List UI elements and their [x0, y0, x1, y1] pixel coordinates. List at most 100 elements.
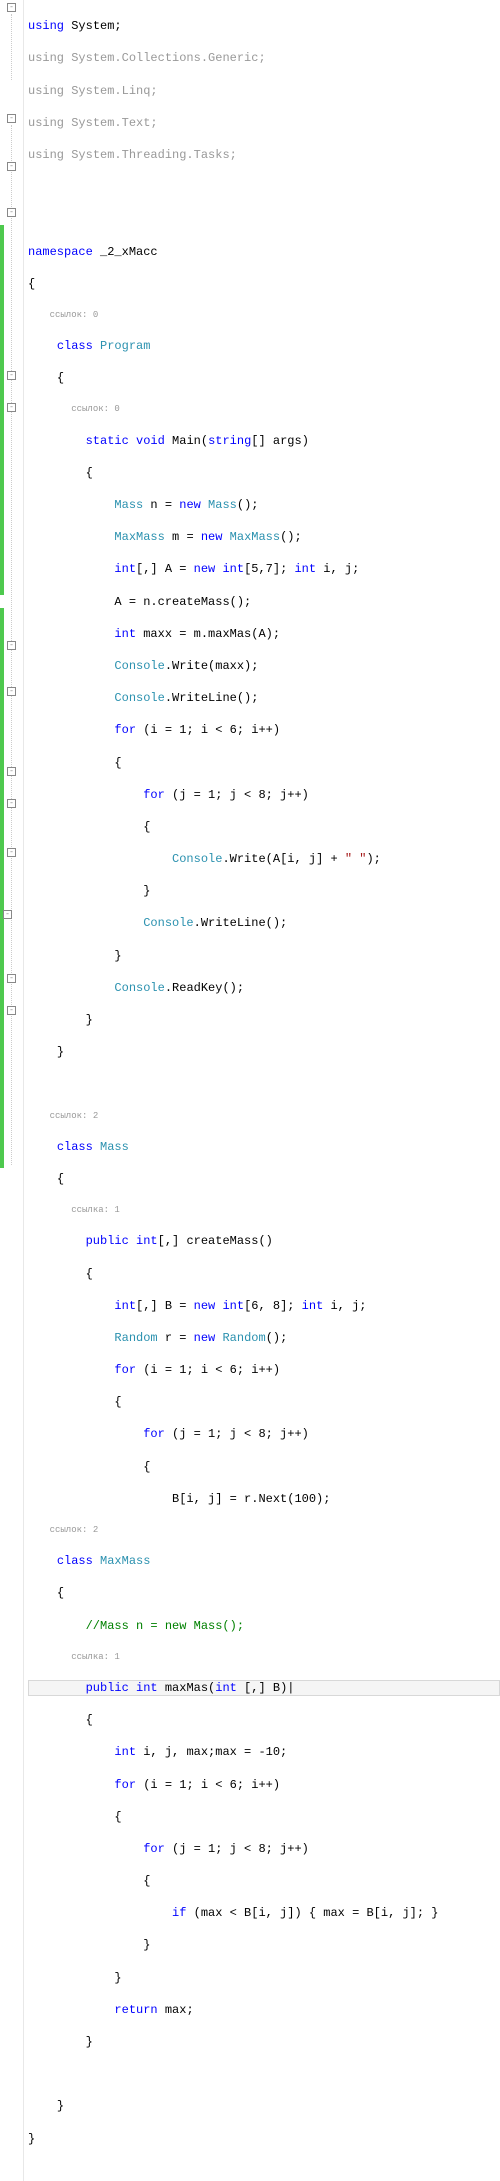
indent — [28, 1363, 114, 1377]
keyword: int — [114, 562, 136, 576]
brace: { — [86, 1713, 93, 1727]
keyword: int — [294, 562, 316, 576]
text: (j = 1; j < 8; j++) — [165, 1842, 309, 1856]
indent — [28, 1681, 86, 1695]
keyword: new — [194, 1331, 216, 1345]
text: i, j; — [323, 1299, 366, 1313]
indent — [28, 1172, 57, 1186]
fold-icon[interactable]: - — [7, 162, 16, 171]
indent — [28, 788, 143, 802]
code-area[interactable]: using System; using System.Collections.G… — [24, 0, 500, 2181]
indent — [28, 1205, 71, 1215]
keyword: new — [179, 498, 201, 512]
indent — [28, 404, 71, 414]
indent — [28, 1013, 86, 1027]
type: Console — [143, 916, 193, 930]
text: [] args) — [251, 434, 309, 448]
type: Random — [215, 1331, 265, 1345]
indent — [28, 1906, 172, 1920]
fold-icon[interactable]: - — [7, 371, 16, 380]
type: Mass — [201, 498, 237, 512]
text: A = n.createMass(); — [114, 595, 251, 609]
keyword: namespace — [28, 245, 93, 259]
fold-icon[interactable]: - — [7, 641, 16, 650]
indent — [28, 1874, 143, 1888]
codelens[interactable]: ссылок: 2 — [50, 1111, 99, 1121]
keyword: for — [143, 1427, 165, 1441]
text: [,] createMass() — [158, 1234, 273, 1248]
text: (i = 1; i < 6; i++) — [136, 1778, 280, 1792]
fold-icon[interactable]: - — [7, 687, 16, 696]
brace: { — [57, 371, 64, 385]
indent — [28, 1525, 50, 1535]
active-line[interactable]: public int maxMas(int [,] B)| — [28, 1680, 500, 1696]
fold-icon[interactable]: - — [7, 1006, 16, 1015]
codelens[interactable]: ссылка: 1 — [71, 1205, 120, 1215]
indent — [28, 1586, 57, 1600]
keyword: for — [114, 723, 136, 737]
text: m = — [165, 530, 201, 544]
text: System.Collections.Generic; — [64, 51, 266, 65]
indent — [28, 691, 114, 705]
text: n = — [143, 498, 179, 512]
indent — [28, 2099, 57, 2113]
keyword: for — [143, 788, 165, 802]
brace: { — [114, 1395, 121, 1409]
fold-icon[interactable]: - — [7, 848, 16, 857]
indent — [28, 1745, 114, 1759]
text: .Write(maxx); — [165, 659, 259, 673]
class-name: Program — [93, 339, 151, 353]
codelens[interactable]: ссылка: 1 — [71, 1652, 120, 1662]
text: Main( — [165, 434, 208, 448]
fold-icon[interactable]: - — [7, 767, 16, 776]
codelens[interactable]: ссылок: 2 — [50, 1525, 99, 1535]
indent — [28, 1460, 143, 1474]
fold-icon[interactable]: - — [7, 3, 16, 12]
fold-icon[interactable]: - — [7, 114, 16, 123]
type: Mass — [114, 498, 143, 512]
codelens[interactable]: ссылок: 0 — [71, 404, 120, 414]
text: System.Threading.Tasks; — [64, 148, 237, 162]
keyword: void — [129, 434, 165, 448]
brace: } — [57, 2099, 64, 2113]
indent — [28, 820, 143, 834]
fold-icon[interactable]: - — [7, 403, 16, 412]
text: [,] B) — [237, 1681, 287, 1695]
fold-icon[interactable]: - — [7, 208, 16, 217]
text: [5,7]; — [244, 562, 294, 576]
keyword: using — [28, 148, 64, 162]
fold-icon[interactable]: - — [3, 910, 12, 919]
brace: } — [28, 2132, 35, 2146]
keyword: int — [215, 1299, 244, 1313]
keyword: return — [114, 2003, 157, 2017]
fold-icon[interactable]: - — [7, 799, 16, 808]
type: Random — [114, 1331, 157, 1345]
indent — [28, 562, 114, 576]
text: [,] B = — [136, 1299, 194, 1313]
fold-icon[interactable]: - — [7, 974, 16, 983]
keyword: int — [129, 1681, 158, 1695]
brace: { — [86, 1267, 93, 1281]
text: maxx = m.maxMas(A); — [136, 627, 280, 641]
indent — [28, 1778, 114, 1792]
type: Console — [114, 691, 164, 705]
text: (j = 1; j < 8; j++) — [165, 788, 309, 802]
indent — [28, 1045, 57, 1059]
ns-name: _2_xMacc — [93, 245, 158, 259]
class-name: MaxMass — [93, 1554, 151, 1568]
code-editor[interactable]: - - - - - - - - - - - - - - using System… — [0, 0, 500, 2181]
indent — [28, 1971, 114, 1985]
keyword: int — [129, 1234, 158, 1248]
keyword: new — [201, 530, 223, 544]
text: .WriteLine(); — [194, 916, 288, 930]
codelens[interactable]: ссылок: 0 — [50, 310, 99, 320]
keyword: for — [143, 1842, 165, 1856]
indent — [28, 1267, 86, 1281]
indent — [28, 723, 114, 737]
keyword: int — [114, 1299, 136, 1313]
brace: { — [28, 277, 35, 291]
indent — [28, 310, 50, 320]
indent — [28, 627, 114, 641]
text: .ReadKey(); — [165, 981, 244, 995]
text: (); — [237, 498, 259, 512]
